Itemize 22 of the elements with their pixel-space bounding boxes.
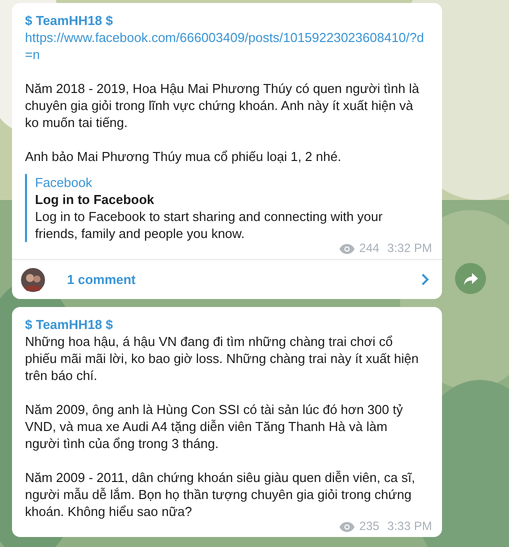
- preview-site: Facebook: [35, 174, 94, 191]
- author-name: $ TeamHH18 $: [25, 316, 114, 333]
- eye-icon: [339, 244, 356, 254]
- message-text: Anh bảo Mai Phương Thúy mua cổ phiếu loại 1, 2 nhé.: [25, 148, 342, 165]
- chevron-right-icon[interactable]: [421, 273, 429, 286]
- preview-description: Log in to Facebook to start sharing and connecting with your friends, family and people you know.: [35, 208, 384, 242]
- message-time: 3:33 PM: [387, 520, 432, 533]
- comments-button[interactable]: 1 comment: [67, 270, 421, 290]
- link-preview[interactable]: Facebook Log in to Facebook Log in to Facebook to start sharing and connecting with your friends, family and people you know.: [25, 174, 429, 242]
- avatar-icon: [21, 268, 45, 292]
- message-text: Năm 2018 - 2019, Hoa Hậu Mai Phương Thúy có quen người tình là chuyên gia giỏi trong lĩnh vực chứng khoán. Anh này ít xuất hiện và ko muốn tai tiếng.: [25, 80, 420, 131]
- message-text: Năm 2009 - 2011, dân chứng khoán siêu giàu quen diễn viên, ca sĩ, người mẫu dễ lắm. Bọn họ thần tượng chuyên gia giỏi trong chứng khoán. Không hiểu sao nữa?: [25, 469, 416, 520]
- link[interactable]: https://www.facebook.com/666003409/posts/10159223023608410/?d=n: [25, 29, 429, 63]
- author-name: $ TeamHH18 $: [25, 12, 114, 29]
- preview-title: Log in to Facebook: [35, 191, 156, 208]
- share-icon: [464, 272, 478, 284]
- message-time: 3:32 PM: [387, 242, 432, 255]
- eye-icon: [339, 522, 356, 532]
- view-count: 244: [359, 242, 380, 255]
- message-text: Những hoa hậu, á hậu VN đang đi tìm những chàng trai chơi cổ phiếu mãi mãi lời, ko bao giờ loss. Những chàng trai này ít xuất hiện trên báo chí.: [25, 333, 420, 384]
- message-text: Năm 2009, ông anh là Hùng Con SSI có tài sản lúc đó hơn 300 tỷ VND, và mua xe Audi A4 tặng diễn viên Tăng Thanh Hà và làm người tình của ổng trong 3 tháng.: [25, 401, 404, 452]
- view-count: 235: [359, 520, 380, 533]
